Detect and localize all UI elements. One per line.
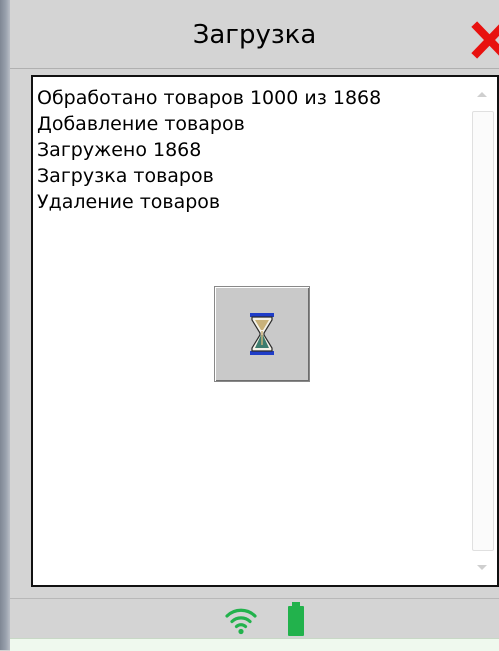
log-line: Добавление товаров <box>37 113 245 135</box>
scroll-down-button[interactable] <box>469 555 495 581</box>
chevron-up-icon <box>477 92 487 97</box>
window-left-edge <box>0 0 10 650</box>
wifi-icon <box>225 608 257 635</box>
status-bar <box>10 598 499 639</box>
window-title: Загрузка <box>192 20 317 50</box>
close-icon <box>469 17 499 63</box>
log-line: Загрузка товаров <box>37 165 214 187</box>
scrollbar-track[interactable] <box>472 111 494 551</box>
log-line: Обработано товаров 1000 из 1868 <box>37 87 382 109</box>
bottom-strip <box>10 638 499 651</box>
hourglass-icon <box>250 313 274 355</box>
title-bar: Загрузка <box>10 0 499 69</box>
log-list: Обработано товаров 1000 из 1868 Добавлен… <box>37 85 463 215</box>
busy-indicator <box>214 286 310 382</box>
log-panel[interactable]: Обработано товаров 1000 из 1868 Добавлен… <box>31 75 499 587</box>
close-button[interactable] <box>469 17 499 63</box>
log-line: Загружено 1868 <box>37 139 202 161</box>
scroll-up-button[interactable] <box>469 81 495 107</box>
battery-icon <box>288 602 304 636</box>
vertical-scrollbar[interactable] <box>469 81 495 581</box>
chevron-down-icon <box>477 565 487 570</box>
log-line: Удаление товаров <box>37 191 221 213</box>
